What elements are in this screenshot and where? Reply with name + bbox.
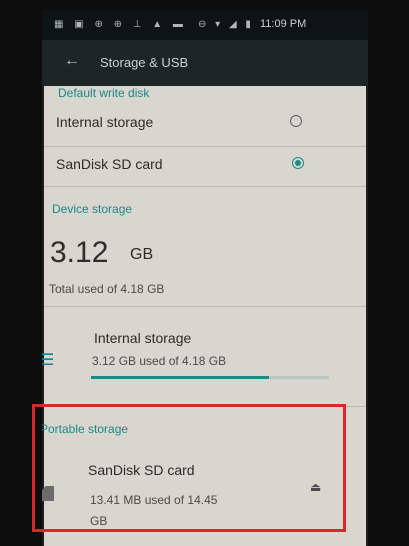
total-used-text: Total used of 4.18 GB — [49, 282, 165, 296]
storage-progress-fill — [91, 376, 269, 379]
system-status-icons: ⊖ ▾ ◢ ▮ — [198, 19, 254, 30]
storage-list-icon: ☰ — [42, 352, 55, 369]
settings-content: Default write disk Internal storage SanD… — [42, 86, 366, 546]
sd-card-usage-line2: GB — [90, 514, 108, 528]
page-title: Storage & USB — [100, 55, 189, 70]
phone-screen: ▦ ▣ ⊕ ⊕ ⊥ ▲ ▬ ⊖ ▾ ◢ ▮ 11:09 PM ← Storage… — [42, 10, 368, 546]
option-label: SanDisk SD card — [56, 156, 163, 172]
divider — [44, 146, 366, 147]
option-label: Internal storage — [56, 114, 154, 130]
device-storage-header: Device storage — [52, 202, 133, 216]
divider — [44, 306, 366, 307]
default-write-disk-header: Default write disk — [58, 86, 150, 100]
notification-icons: ▦ ▣ ⊕ ⊕ ⊥ ▲ ▬ — [54, 19, 187, 30]
divider — [44, 186, 366, 187]
used-unit: GB — [130, 246, 154, 263]
internal-storage-title: Internal storage — [94, 330, 192, 346]
portable-storage-header: Portable storage — [42, 422, 129, 436]
sd-card-icon — [42, 486, 54, 501]
status-bar: ▦ ▣ ⊕ ⊕ ⊥ ▲ ▬ ⊖ ▾ ◢ ▮ 11:09 PM — [42, 10, 368, 40]
internal-storage-usage: 3.12 GB used of 4.18 GB — [92, 354, 227, 368]
status-time: 11:09 PM — [260, 18, 307, 30]
radio-internal-storage[interactable] — [290, 115, 302, 127]
sd-card-title: SanDisk SD card — [88, 462, 195, 478]
divider — [44, 406, 366, 407]
toolbar: ← Storage & USB — [42, 40, 368, 86]
used-value: 3.12 — [50, 236, 109, 269]
eject-icon[interactable]: ⏏ — [310, 480, 321, 494]
radio-sandisk-sd-card[interactable] — [292, 157, 304, 169]
sd-card-usage-line1: 13.41 MB used of 14.45 — [90, 493, 218, 507]
storage-progress-bar — [91, 376, 329, 379]
arrow-back-icon[interactable]: ← — [64, 52, 80, 70]
